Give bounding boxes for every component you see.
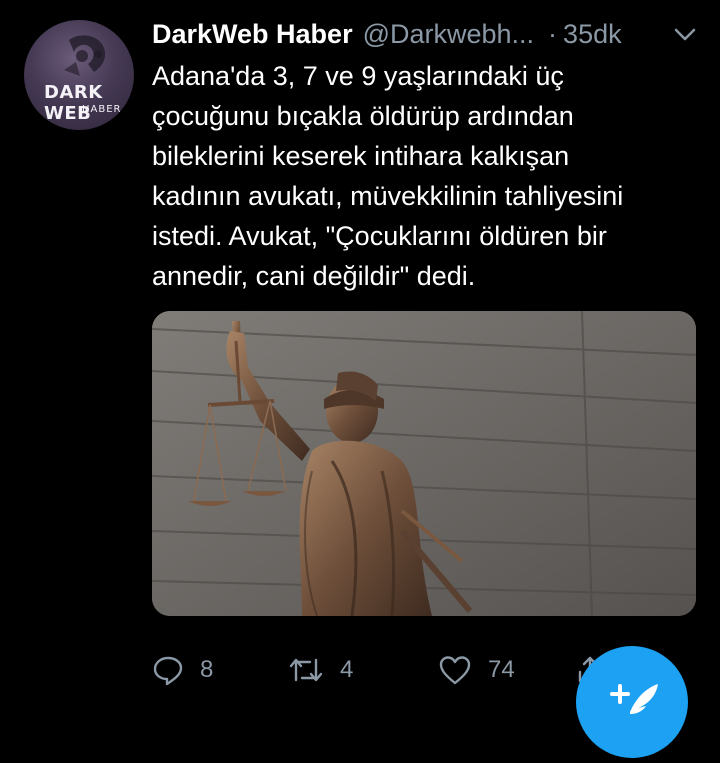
tweet-text-line: çocuğunu bıçakla öldürüp ardından xyxy=(152,101,574,131)
like-button[interactable]: 74 xyxy=(438,645,515,695)
avatar-logo-subtitle: HABER xyxy=(82,104,122,115)
author-handle[interactable]: @Darkwebh... xyxy=(363,19,534,50)
lady-justice-statue-image xyxy=(152,311,696,616)
tweet-text-line: Adana'da 3, 7 ve 9 yaşlarındaki üç xyxy=(152,61,564,91)
retweet-icon xyxy=(289,658,323,682)
compose-tweet-button[interactable] xyxy=(576,646,688,758)
chevron-down-icon[interactable] xyxy=(668,20,702,50)
compose-tweet-icon xyxy=(610,684,658,714)
like-count: 74 xyxy=(488,656,515,683)
reply-count: 8 xyxy=(200,656,214,683)
header-separator: · xyxy=(548,18,558,49)
author-avatar[interactable]: DARK WEB HABER xyxy=(24,20,134,130)
retweet-count: 4 xyxy=(340,656,354,683)
tweet-text-line: kadının avukatı, müvekkilinin tahliyesin… xyxy=(152,181,624,211)
author-name[interactable]: DarkWeb Haber xyxy=(152,19,353,50)
retweet-button[interactable]: 4 xyxy=(288,645,353,695)
tweet-header: DarkWeb Haber @Darkwebh... · 35dk xyxy=(152,14,708,54)
avatar-logo-title: DARK WEB xyxy=(44,82,103,124)
tweet-media-image[interactable] xyxy=(152,311,696,616)
tweet-text-line: annedir, cani değildir" dedi. xyxy=(152,261,476,291)
tweet-timestamp[interactable]: 35dk xyxy=(563,19,622,50)
reply-button[interactable]: 8 xyxy=(152,645,213,695)
tweet-text: Adana'da 3, 7 ve 9 yaşlarındaki üç çocuğ… xyxy=(152,56,692,296)
tweet-text-line: bileklerini keserek intihara kalkışan xyxy=(152,141,570,171)
tweet-text-line: istedi. Avukat, "Çocuklarını öldüren bir xyxy=(152,221,607,251)
reply-icon xyxy=(153,656,183,686)
like-icon xyxy=(439,656,471,685)
